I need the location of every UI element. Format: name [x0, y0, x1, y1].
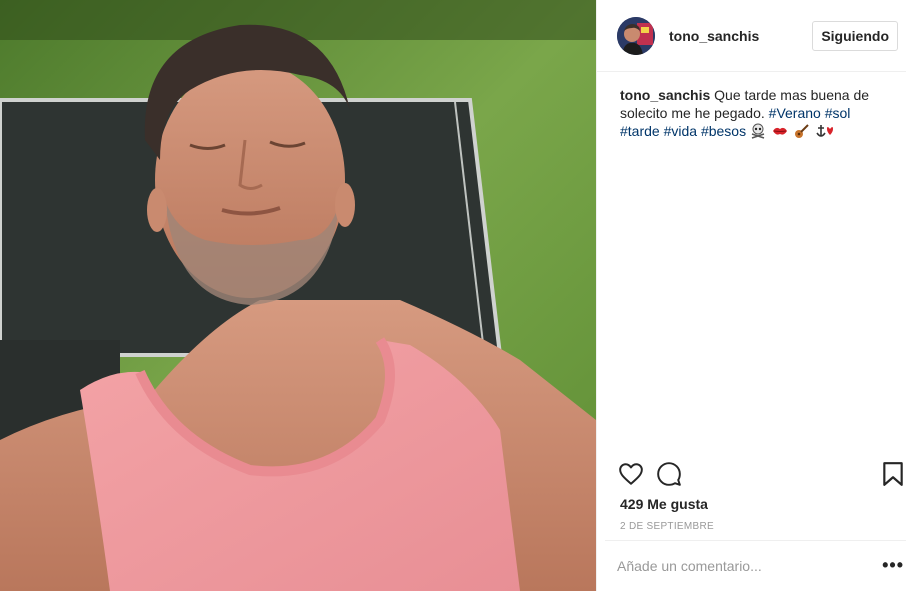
instagram-post: tono_sanchis Siguiendo tono_sanchis Que …: [0, 0, 914, 591]
hashtag-besos[interactable]: #besos: [701, 123, 746, 139]
kiss-mark-emoji: [772, 123, 788, 143]
post-sidebar: tono_sanchis Siguiendo tono_sanchis Que …: [596, 0, 914, 591]
post-photo[interactable]: [0, 0, 596, 591]
hashtag-verano[interactable]: #Verano: [769, 105, 821, 121]
hashtag-sol[interactable]: #sol: [825, 105, 851, 121]
hashtag-tarde[interactable]: #tarde: [620, 123, 660, 139]
comment-bar: •••: [605, 540, 906, 591]
avatar-image: [617, 16, 655, 55]
skull-crossbones-emoji: [750, 123, 766, 143]
avatar[interactable]: [617, 16, 655, 55]
comment-input[interactable]: [617, 558, 867, 574]
caption: tono_sanchis Que tarde mas buena de sole…: [620, 86, 882, 143]
following-button[interactable]: Siguiendo: [812, 20, 898, 51]
post-header: tono_sanchis Siguiendo: [597, 0, 906, 72]
anchor-heart-emoji: [816, 123, 836, 143]
comment-icon[interactable]: [656, 461, 682, 492]
likes-count[interactable]: 429 Me gusta: [620, 496, 708, 512]
hashtag-vida[interactable]: #vida: [664, 123, 697, 139]
selfie-photo-illustration: [0, 0, 596, 591]
bookmark-icon[interactable]: [882, 461, 904, 492]
post-date[interactable]: 2 DE SEPTIEMBRE: [620, 521, 714, 532]
action-bar: [619, 461, 909, 489]
guitar-emoji: [794, 123, 810, 143]
more-options-icon[interactable]: •••: [882, 555, 904, 576]
author-username[interactable]: tono_sanchis: [669, 28, 812, 44]
caption-username[interactable]: tono_sanchis: [620, 87, 710, 103]
heart-icon[interactable]: [618, 461, 644, 492]
